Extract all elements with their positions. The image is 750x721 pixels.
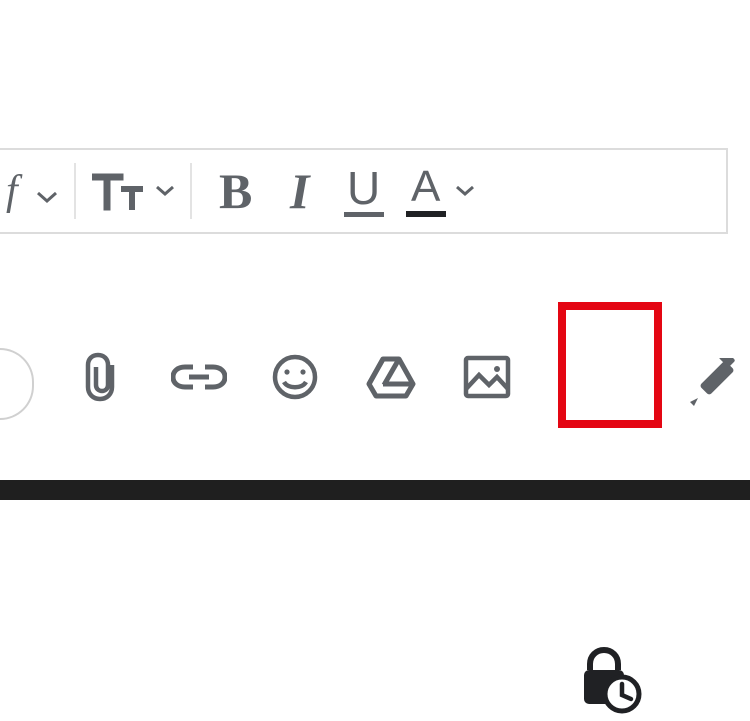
- insert-emoji-button[interactable]: [256, 338, 334, 416]
- insert-signature-button[interactable]: [672, 346, 750, 424]
- chevron-down-icon: [156, 185, 174, 197]
- underline-icon: U: [344, 165, 384, 217]
- font-family-button[interactable]: f: [6, 167, 62, 215]
- drive-icon: [366, 354, 416, 400]
- font-group: f: [0, 150, 62, 232]
- confidential-mode-button[interactable]: [574, 646, 644, 716]
- toolbar-divider: [74, 163, 76, 219]
- toolbar-divider: [190, 163, 192, 219]
- text-color-button[interactable]: A: [406, 165, 482, 217]
- pen-icon: [684, 358, 738, 412]
- chevron-down-icon: [36, 190, 58, 204]
- text-color-icon: A: [406, 165, 446, 217]
- compose-icons: [64, 338, 526, 416]
- font-family-label: f: [6, 167, 18, 215]
- attach-file-button[interactable]: [64, 338, 142, 416]
- italic-icon: I: [290, 162, 309, 220]
- paperclip-icon: [82, 351, 124, 403]
- send-button-edge[interactable]: [0, 348, 34, 420]
- link-icon: [171, 361, 227, 393]
- footer-bar: [0, 480, 750, 500]
- underline-button[interactable]: U: [332, 159, 396, 223]
- formatting-toolbar: f B I U A: [0, 148, 728, 234]
- italic-button[interactable]: I: [268, 159, 332, 223]
- insert-drive-button[interactable]: [352, 338, 430, 416]
- image-icon: [463, 355, 511, 399]
- insert-photo-button[interactable]: [448, 338, 526, 416]
- insert-link-button[interactable]: [160, 338, 238, 416]
- font-size-button[interactable]: [88, 167, 178, 216]
- bold-icon: B: [219, 162, 252, 220]
- compose-action-row: [0, 320, 750, 430]
- lock-clock-icon: [574, 646, 644, 716]
- chevron-down-icon: [456, 185, 474, 197]
- bold-button[interactable]: B: [204, 159, 268, 223]
- text-size-icon: [92, 167, 150, 216]
- smiley-icon: [271, 353, 319, 401]
